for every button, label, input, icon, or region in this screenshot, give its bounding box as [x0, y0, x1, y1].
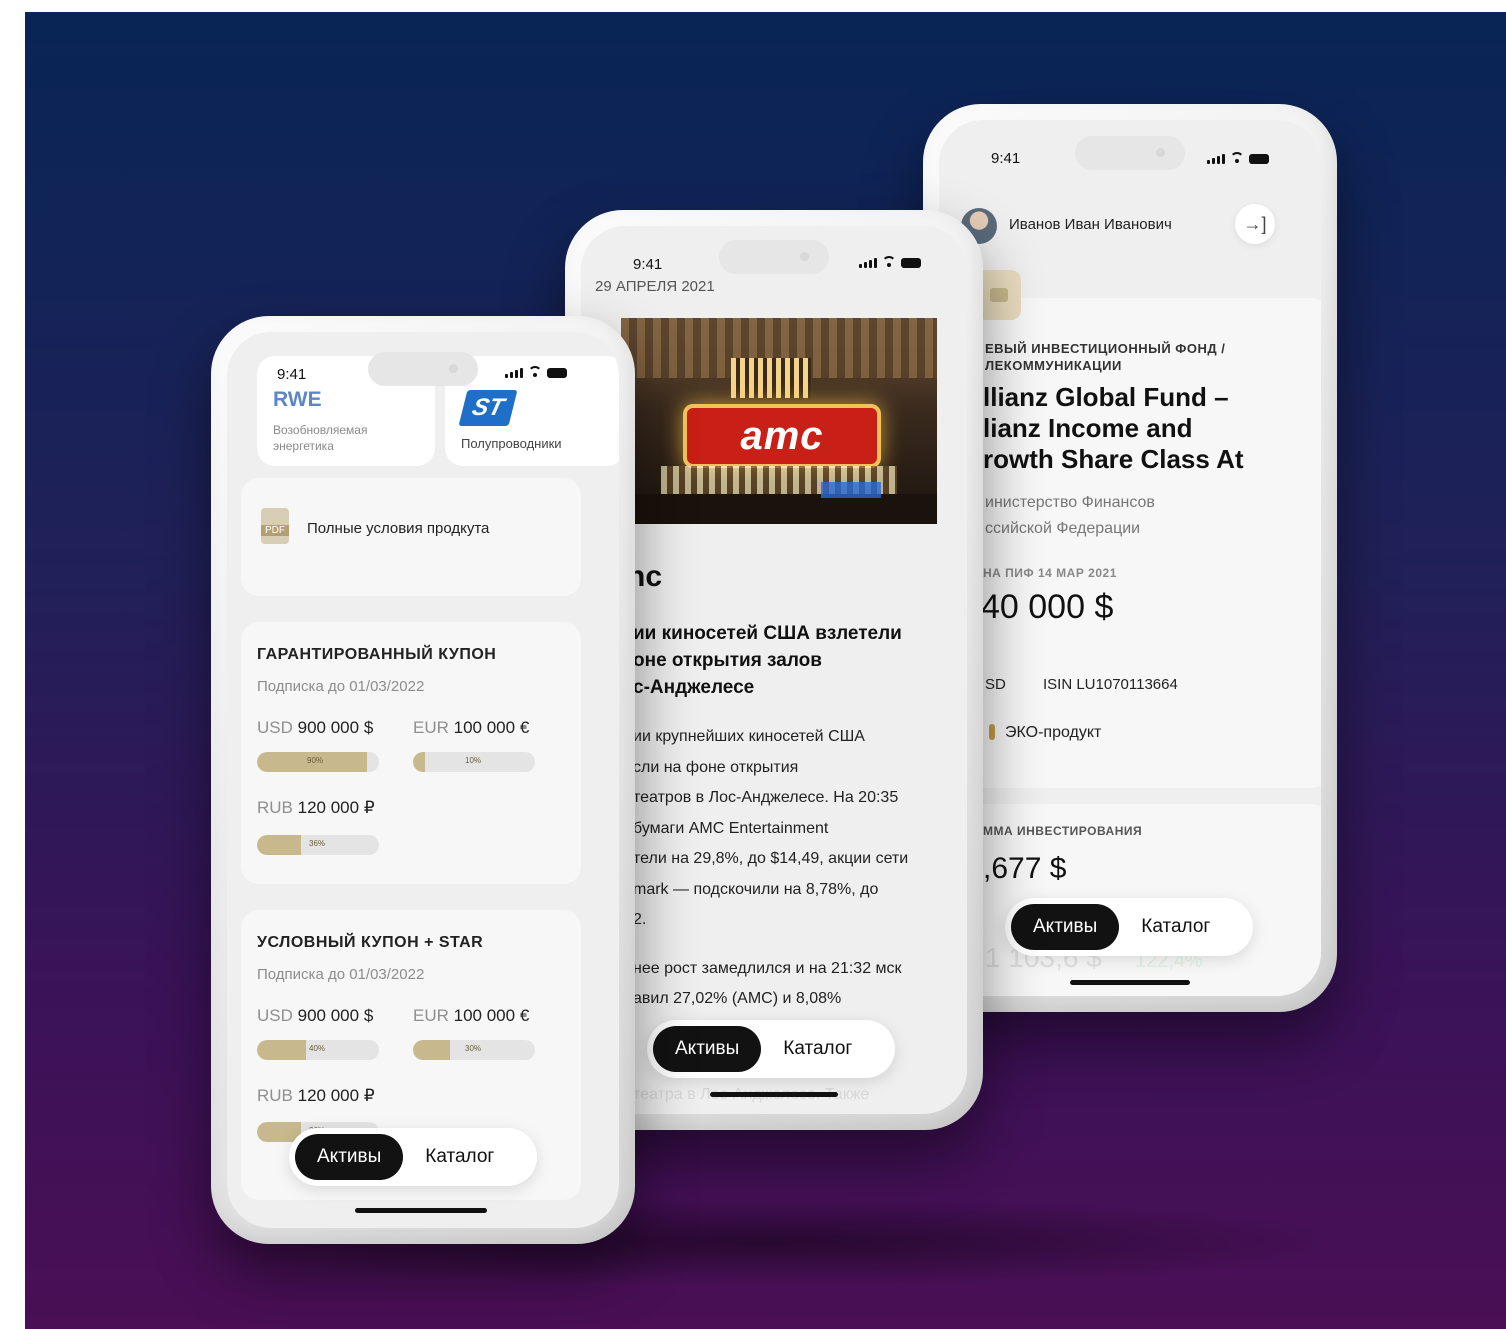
product2-rub: RUB 120 000 ₽: [257, 1086, 375, 1105]
status-time: 9:41: [633, 256, 663, 273]
wifi-icon: [882, 256, 896, 268]
home-indicator: [710, 1092, 838, 1097]
product1-usd: USD 900 000 $: [257, 718, 374, 737]
price-value: 40 000 $: [981, 588, 1114, 626]
st-logo: ST: [458, 390, 518, 426]
fund-type: ЕВЫЙ ИНВЕСТИЦИОННЫЙ ФОНД / ЛЕКОММУНИКАЦИ…: [985, 341, 1226, 373]
phone-left: RWE Возобновляемая энергетика ST Полупро…: [211, 316, 635, 1244]
phone-right-screen: 9:41 Иванов Иван Иванович →] ЕВЫЙ ИНВЕСТ…: [939, 120, 1321, 996]
article-image: amc: [621, 318, 937, 524]
phone-left-screen: RWE Возобновляемая энергетика ST Полупро…: [227, 332, 619, 1228]
fund-issuer: инистерство Финансов ссийской Федерации: [985, 494, 1155, 537]
battery-icon: [1249, 154, 1269, 164]
home-indicator: [1070, 980, 1190, 985]
home-indicator: [355, 1208, 487, 1213]
status-icons: [1207, 152, 1269, 164]
user-name: Иванов Иван Иванович: [1009, 216, 1172, 233]
rwe-logo: RWE: [273, 388, 322, 411]
status-time: 9:41: [991, 150, 1021, 167]
wifi-icon: [528, 366, 542, 378]
status-icons: [505, 366, 567, 378]
pdf-card[interactable]: [241, 478, 581, 596]
product2-usd-progress: 40%: [257, 1040, 379, 1060]
fund-name: llianz Global Fund – lianz Income and ro…: [983, 382, 1244, 474]
product1-rub-progress: 36%: [257, 835, 379, 855]
tab-catalog[interactable]: Каталог: [761, 1026, 874, 1072]
signal-icon: [859, 258, 877, 268]
signal-icon: [505, 368, 523, 378]
article-body-1: ии крупнейших киносетей США сли на фоне …: [633, 728, 909, 928]
amc-sign: amc: [683, 404, 881, 468]
product1-rub: RUB 120 000 ₽: [257, 798, 375, 817]
tab-catalog[interactable]: Каталог: [1119, 904, 1232, 950]
product2-title: Условный купон + STAR: [257, 934, 484, 951]
tab-assets[interactable]: Активы: [1011, 904, 1120, 950]
product1-usd-progress: 90%: [257, 752, 379, 772]
phone-right: 9:41 Иванов Иван Иванович →] ЕВЫЙ ИНВЕСТ…: [923, 104, 1337, 1012]
product1-subscription: Подписка до 01/03/2022: [257, 678, 425, 695]
product2-subscription: Подписка до 01/03/2022: [257, 966, 425, 983]
status-bar: 9:41: [939, 120, 1321, 170]
isin: ISIN LU1070113664: [1043, 676, 1178, 693]
eco-label: ЭКО-продукт: [1005, 724, 1102, 741]
product1-eur: EUR 100 000 €: [413, 718, 530, 737]
invest-label: ММА ИНВЕСТИРОВАНИЯ: [983, 824, 1143, 838]
phone-middle-screen: 9:41 29 АПРЕЛЯ 2021 amc nc ии киносетей …: [581, 226, 967, 1114]
product2-eur: EUR 100 000 €: [413, 1006, 530, 1025]
rwe-sector: Возобновляемая энергетика: [273, 423, 368, 453]
product2-eur-progress: 30%: [413, 1040, 535, 1060]
status-icons: [859, 256, 921, 268]
dynamic-island: [1075, 136, 1185, 170]
signal-icon: [1207, 154, 1225, 164]
tab-assets[interactable]: Активы: [295, 1134, 404, 1180]
invest-value: ,677 $: [983, 852, 1067, 885]
tab-bar: Активы Каталог: [1005, 898, 1253, 956]
product1-title: Гарантированный купон: [257, 646, 497, 663]
fund-badge-icon: [977, 270, 1021, 320]
currency-code: SD: [985, 676, 1006, 693]
logout-button[interactable]: →]: [1235, 204, 1275, 244]
tab-bar: Активы Каталог: [647, 1020, 895, 1078]
price-label: НА ПИФ 14 МАР 2021: [983, 566, 1117, 580]
status-bar: 9:41: [581, 226, 967, 274]
pdf-label: Полные условия продкута: [307, 520, 490, 537]
st-sector: Полупроводники: [461, 436, 562, 451]
article-body-2: нее рост замедлился и на 21:32 мск авил …: [633, 960, 902, 1007]
logout-icon: →]: [1243, 213, 1267, 234]
tab-catalog[interactable]: Каталог: [403, 1134, 516, 1180]
article-date: 29 АПРЕЛЯ 2021: [595, 278, 715, 295]
article-headline: ии киносетей США взлетели оне открытия з…: [633, 623, 902, 698]
battery-icon: [547, 368, 567, 378]
pdf-icon: PDF: [261, 508, 289, 544]
status-bar: 9:41: [227, 332, 619, 386]
wifi-icon: [1230, 152, 1244, 164]
tab-bar: Активы Каталог: [289, 1128, 537, 1186]
mockup-background: 9:41 Иванов Иван Иванович →] ЕВЫЙ ИНВЕСТ…: [25, 12, 1506, 1329]
dynamic-island: [719, 240, 829, 274]
product2-usd: USD 900 000 $: [257, 1006, 374, 1025]
battery-icon: [901, 258, 921, 268]
product1-eur-progress: 10%: [413, 752, 535, 772]
status-time: 9:41: [277, 366, 307, 383]
dynamic-island: [368, 352, 478, 386]
eco-leaf-icon: [989, 724, 995, 740]
tab-assets[interactable]: Активы: [653, 1026, 762, 1072]
